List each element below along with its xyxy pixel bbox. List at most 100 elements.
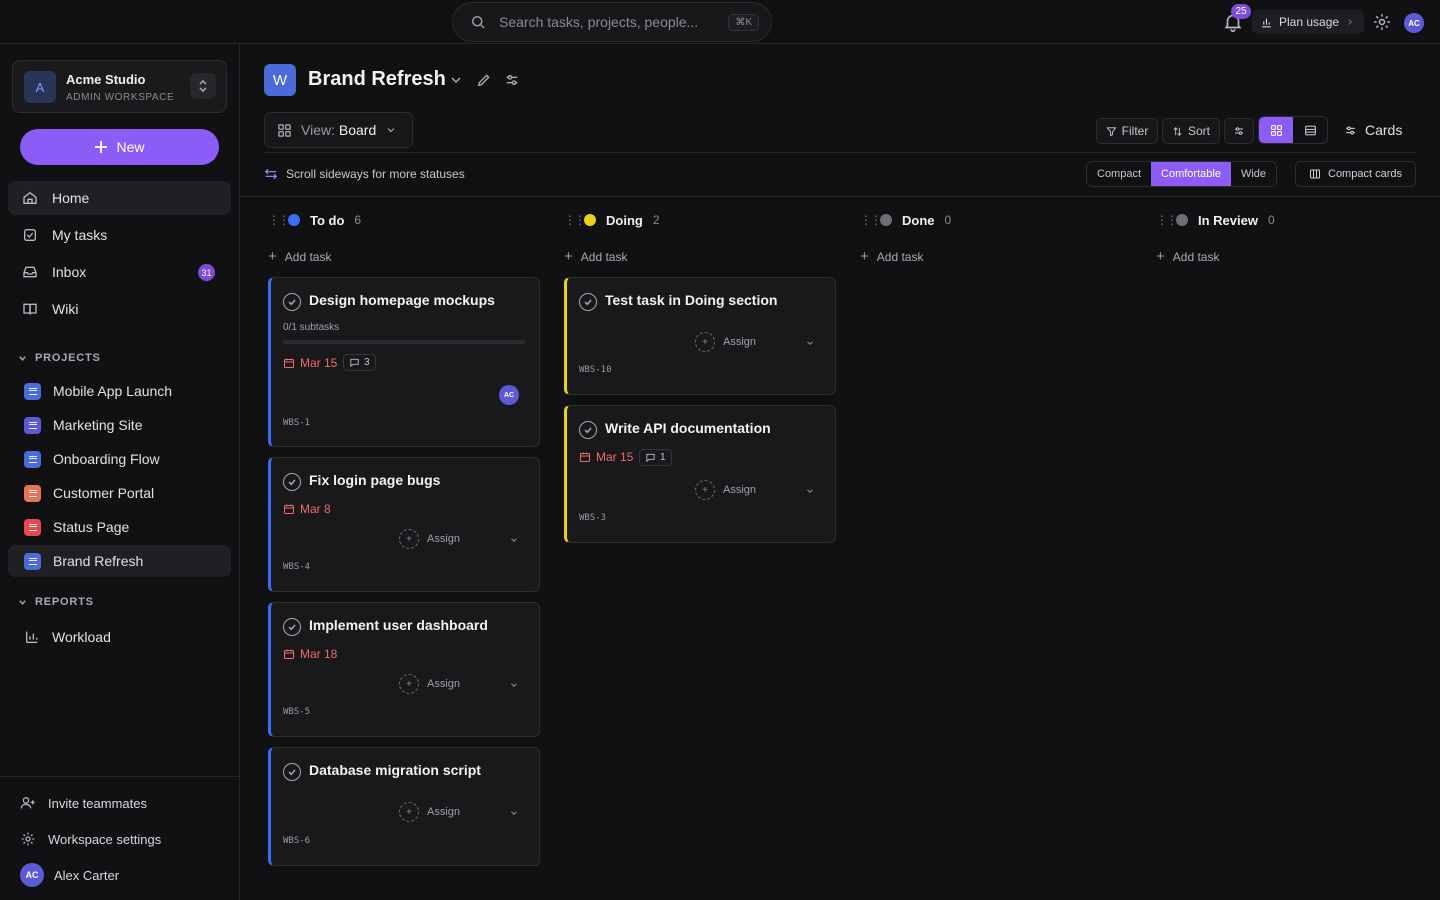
workspace-subtitle: ADMIN WORKSPACE	[66, 92, 175, 103]
drag-handle-icon[interactable]: ⋮⋮	[860, 213, 882, 227]
task-card[interactable]: Fix login page bugs Mar 8 + Assign WBS-4	[268, 457, 540, 592]
task-card[interactable]: Design homepage mockups 0/1 subtasks Mar…	[268, 277, 540, 447]
sidebar-project-marketing-site[interactable]: Marketing Site	[8, 409, 231, 441]
sidebar-item-inbox[interactable]: Inbox 31	[8, 255, 231, 289]
due-date-label: Mar 8	[300, 502, 331, 516]
list-icon	[24, 382, 41, 400]
sidebar-item-home[interactable]: Home	[8, 181, 231, 215]
drag-handle-icon[interactable]: ⋮⋮	[564, 213, 586, 227]
drag-handle-icon[interactable]: ⋮⋮	[1156, 213, 1178, 227]
comment-count[interactable]: 1	[639, 449, 672, 466]
sidebar-item-my-tasks[interactable]: My tasks	[8, 218, 231, 252]
task-title: Fix login page bugs	[309, 472, 441, 488]
sidebar-project-brand-refresh[interactable]: Brand Refresh	[8, 545, 231, 577]
sort-button[interactable]: Sort	[1162, 118, 1220, 144]
projects-section-toggle[interactable]: PROJECTS	[18, 352, 101, 364]
sidebar-item-wiki[interactable]: Wiki	[8, 292, 231, 326]
list-layout-button[interactable]	[1293, 117, 1327, 143]
sliders-icon	[1346, 125, 1355, 135]
comment-count[interactable]: 3	[343, 354, 376, 371]
check-icon	[24, 229, 36, 241]
complete-checkbox[interactable]	[579, 293, 597, 311]
complete-checkbox[interactable]	[579, 421, 597, 439]
assign-button[interactable]: + Assign	[399, 674, 460, 694]
invite-teammates-link[interactable]: Invite teammates	[20, 795, 147, 811]
sidebar-item-label: Wiki	[52, 301, 79, 317]
complete-checkbox[interactable]	[283, 293, 301, 311]
new-button[interactable]: New	[20, 129, 219, 165]
complete-checkbox[interactable]	[283, 763, 301, 781]
column-name: Doing	[606, 212, 643, 228]
task-id: WBS-3	[579, 513, 607, 523]
board-layout-button[interactable]	[1259, 117, 1293, 143]
add-task-button[interactable]: + Add task	[268, 248, 331, 265]
chevron-down-icon[interactable]	[509, 680, 519, 690]
column-count: 0	[944, 213, 952, 227]
assign-button[interactable]: + Assign	[399, 802, 460, 822]
task-title: Implement user dashboard	[309, 617, 488, 633]
pencil-icon[interactable]	[476, 72, 492, 88]
project-label: Mobile App Launch	[53, 383, 173, 399]
cards-settings-button[interactable]: Cards	[1344, 122, 1402, 138]
chevron-down-icon[interactable]	[805, 338, 815, 348]
comment-count-label: 3	[364, 357, 370, 368]
sidebar-item-label: Home	[52, 190, 90, 206]
sidebar-project-customer-portal[interactable]: Customer Portal	[8, 477, 231, 509]
sidebar-project-onboarding-flow[interactable]: Onboarding Flow	[8, 443, 231, 475]
calendar-icon	[284, 649, 294, 659]
new-button-label: New	[116, 139, 145, 155]
task-title: Database migration script	[309, 762, 481, 778]
add-task-button[interactable]: + Add task	[860, 248, 923, 265]
task-card[interactable]: Implement user dashboard Mar 18 + Assign…	[268, 602, 540, 737]
chevron-down-icon[interactable]	[448, 72, 464, 88]
reports-section-toggle[interactable]: REPORTS	[18, 596, 94, 608]
chevron-down-icon	[19, 599, 26, 605]
chevron-down-icon[interactable]	[805, 486, 815, 496]
task-card[interactable]: Test task in Doing section + Assign WBS-…	[564, 277, 836, 395]
assign-button[interactable]: + Assign	[695, 480, 756, 500]
workspace-switcher[interactable]: A Acme Studio ADMIN WORKSPACE	[12, 60, 227, 113]
compact-cards-button[interactable]: Compact cards	[1295, 161, 1416, 187]
density-wide[interactable]: Wide	[1231, 162, 1276, 186]
chevron-down-icon[interactable]	[509, 535, 519, 545]
complete-checkbox[interactable]	[283, 473, 301, 491]
assignee-avatar[interactable]: AC	[499, 385, 519, 405]
assign-button[interactable]: + Assign	[695, 332, 756, 352]
drag-handle-icon[interactable]: ⋮⋮	[268, 213, 290, 227]
plan-usage-button[interactable]: Plan usage	[1252, 10, 1364, 34]
calendar-icon	[284, 358, 294, 368]
user-avatar[interactable]: AC	[1404, 13, 1424, 33]
project-label: Marketing Site	[53, 417, 143, 433]
complete-checkbox[interactable]	[283, 618, 301, 636]
task-card[interactable]: Database migration script + Assign WBS-6	[268, 747, 540, 866]
add-task-button[interactable]: + Add task	[1156, 248, 1219, 265]
due-date-label: Mar 15	[300, 356, 338, 370]
sliders-icon[interactable]	[504, 72, 520, 88]
view-selector[interactable]: View: Board	[264, 112, 413, 148]
sidebar-item-workload[interactable]: Workload	[8, 621, 231, 653]
sidebar-project-status-page[interactable]: Status Page	[8, 511, 231, 543]
gear-icon[interactable]	[1372, 12, 1392, 32]
user-profile[interactable]: AC Alex Carter	[20, 863, 119, 887]
assign-button[interactable]: + Assign	[399, 529, 460, 549]
inbox-badge: 31	[198, 264, 215, 281]
search-input[interactable]: Search tasks, projects, people...	[499, 14, 728, 30]
filter-button[interactable]: Filter	[1096, 118, 1158, 144]
search-bar[interactable]: Search tasks, projects, people... ⌘K	[452, 2, 772, 42]
density-toggle: Compact Comfortable Wide	[1086, 161, 1278, 187]
add-task-button[interactable]: + Add task	[564, 248, 627, 265]
options-button[interactable]	[1224, 118, 1254, 144]
task-id: WBS-5	[283, 707, 311, 717]
density-comfortable[interactable]: Comfortable	[1151, 162, 1231, 186]
plan-usage-label: Plan usage	[1279, 15, 1340, 29]
chevron-updown-icon[interactable]	[190, 73, 216, 99]
chevron-down-icon[interactable]	[509, 808, 519, 818]
sidebar-project-mobile-app-launch[interactable]: Mobile App Launch	[8, 375, 231, 407]
workspace-settings-link[interactable]: Workspace settings	[20, 831, 161, 847]
task-card[interactable]: Write API documentation Mar 15 1 + Assig…	[564, 405, 836, 543]
plus-icon	[95, 141, 108, 153]
density-compact[interactable]: Compact	[1087, 162, 1151, 186]
projects-heading: PROJECTS	[35, 352, 101, 364]
chevron-down-icon	[387, 128, 395, 133]
sort-label: Sort	[1187, 124, 1210, 138]
